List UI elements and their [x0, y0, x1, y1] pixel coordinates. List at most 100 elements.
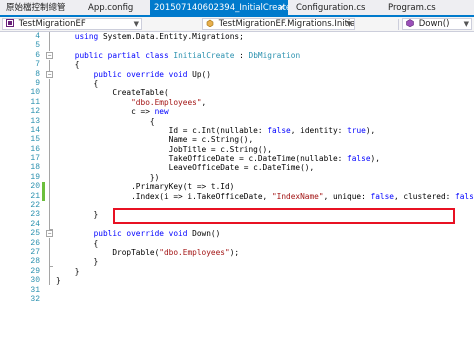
type-token: InitialCreate: [173, 50, 235, 60]
collapse-icon[interactable]: −: [46, 230, 53, 238]
code-line[interactable]: LeaveOfficeDate = c.DateTime(),: [56, 163, 474, 172]
string-token: "dbo.Employees": [159, 247, 230, 257]
code-token: ,: [201, 97, 207, 107]
code-token: Down(): [187, 229, 221, 239]
code-line[interactable]: }): [56, 173, 474, 182]
code-line[interactable]: {: [56, 79, 474, 88]
code-line[interactable]: [56, 295, 474, 304]
code-token: Id = c.Int(nullable:: [56, 125, 268, 135]
collapse-icon[interactable]: −: [46, 52, 53, 60]
code-line[interactable]: "dbo.Employees",: [56, 98, 474, 107]
code-line[interactable]: }: [56, 267, 474, 276]
type-token: DbMigration: [248, 50, 301, 60]
project-dropdown[interactable]: TestMigrationEF ▼: [2, 18, 142, 30]
code-line[interactable]: JobTitle = c.String(),: [56, 145, 474, 154]
code-line[interactable]: TakeOfficeDate = c.DateTime(nullable: fa…: [56, 154, 474, 163]
code-line[interactable]: public override void Up(): [56, 70, 474, 79]
line-number: 6: [35, 50, 40, 60]
code-line[interactable]: .Index(i => i.TakeOfficeDate, "IndexName…: [56, 192, 474, 201]
close-icon[interactable]: ×: [278, 0, 286, 17]
code-line[interactable]: }: [56, 276, 474, 285]
line-number: 12: [30, 107, 40, 117]
code-token: {: [56, 60, 80, 70]
keyword-token: new: [154, 107, 169, 117]
line-number: 23: [30, 210, 40, 220]
code-line[interactable]: Id = c.Int(nullable: false, identity: tr…: [56, 126, 474, 135]
outline-guide: [49, 238, 50, 266]
code-token: {: [56, 238, 99, 248]
code-line[interactable]: public partial class InitialCreate : DbM…: [56, 51, 474, 60]
tab-source-control-explorer[interactable]: 原始檔控制總管: [2, 1, 80, 16]
code-line[interactable]: {: [56, 239, 474, 248]
code-line[interactable]: public override void Down(): [56, 229, 474, 238]
divider: [398, 19, 399, 30]
tab-label: Configuration.cs: [296, 3, 366, 13]
code-line[interactable]: CreateTable(: [56, 88, 474, 97]
method-icon: [406, 19, 414, 27]
code-token: {: [56, 116, 155, 126]
line-number: 30: [30, 276, 40, 286]
line-number: 29: [30, 266, 40, 276]
outline-guide: [49, 79, 50, 229]
member-name: Down(): [418, 19, 450, 29]
tab-program[interactable]: Program.cs: [384, 1, 454, 16]
outline-guide: [49, 32, 50, 51]
line-number: 4: [35, 32, 40, 41]
member-dropdown[interactable]: Down() ▼: [402, 18, 472, 30]
code-token: :: [234, 50, 249, 60]
project-name: TestMigrationEF: [18, 19, 86, 29]
change-tracking-bar: [42, 182, 45, 202]
code-line[interactable]: DropTable("dbo.Employees");: [56, 248, 474, 257]
code-line[interactable]: {: [56, 117, 474, 126]
code-line[interactable]: {: [56, 60, 474, 69]
tab-app-config[interactable]: App.config: [84, 1, 148, 16]
code-token: .Index(i => i.TakeOfficeDate,: [56, 191, 272, 201]
code-token: }: [56, 276, 61, 286]
code-token: c =>: [56, 107, 155, 117]
keyword-token: public partial class: [74, 50, 169, 60]
line-number: 32: [30, 294, 40, 304]
tab-initial-create[interactable]: 201507140602394_InitialCreate.cs ×: [150, 0, 288, 17]
code-line[interactable]: [56, 41, 474, 50]
code-token: ),: [370, 154, 380, 164]
code-token: DropTable(: [56, 247, 160, 257]
line-number: 18: [30, 163, 40, 173]
keyword-token: using: [74, 32, 99, 41]
line-number: 16: [30, 144, 40, 154]
code-line[interactable]: c => new: [56, 107, 474, 116]
line-number: 9: [35, 78, 40, 88]
class-dropdown[interactable]: TestMigrationEF.Migrations.InitialCreate…: [202, 18, 355, 30]
keyword-token: true: [347, 125, 366, 135]
code-token: }: [56, 266, 80, 276]
code-editor[interactable]: 4 5 6 7 8 9 10 11 12 13 14 15 16 17 18 19 20 21 22 23 24 25 26…: [0, 32, 474, 339]
code-text-area[interactable]: using System.Data.Entity.Migrations; pub…: [56, 32, 474, 304]
line-number: 28: [30, 257, 40, 267]
line-number-gutter: 4 5 6 7 8 9 10 11 12 13 14 15 16 17 18 19 20 21 22 23 24 25 26…: [12, 32, 40, 304]
code-line[interactable]: }: [56, 257, 474, 266]
code-token: {: [56, 78, 99, 88]
code-line[interactable]: using System.Data.Entity.Migrations;: [56, 32, 474, 41]
line-number: 7: [35, 60, 40, 70]
line-number: 13: [30, 116, 40, 126]
indicator-margin[interactable]: [0, 32, 12, 339]
code-token: );: [229, 247, 240, 257]
code-line[interactable]: .PrimaryKey(t => t.Id): [56, 182, 474, 191]
line-number: 10: [30, 88, 40, 98]
code-token: System.Data.Entity.Migrations;: [98, 32, 244, 41]
string-token: "dbo.Employees": [131, 97, 202, 107]
tab-label: 原始檔控制總管: [6, 3, 66, 13]
tab-configuration[interactable]: Configuration.cs: [292, 1, 370, 16]
collapse-icon[interactable]: −: [46, 71, 53, 79]
code-line[interactable]: Name = c.String(),: [56, 135, 474, 144]
keyword-token: false: [267, 125, 291, 135]
outline-guide: [49, 60, 50, 72]
line-number: 22: [30, 201, 40, 211]
line-number: 11: [30, 97, 40, 107]
code-token: }): [56, 172, 160, 182]
csharp-project-icon: [6, 19, 14, 27]
code-line[interactable]: [56, 286, 474, 295]
keyword-token: public override void: [93, 229, 188, 239]
